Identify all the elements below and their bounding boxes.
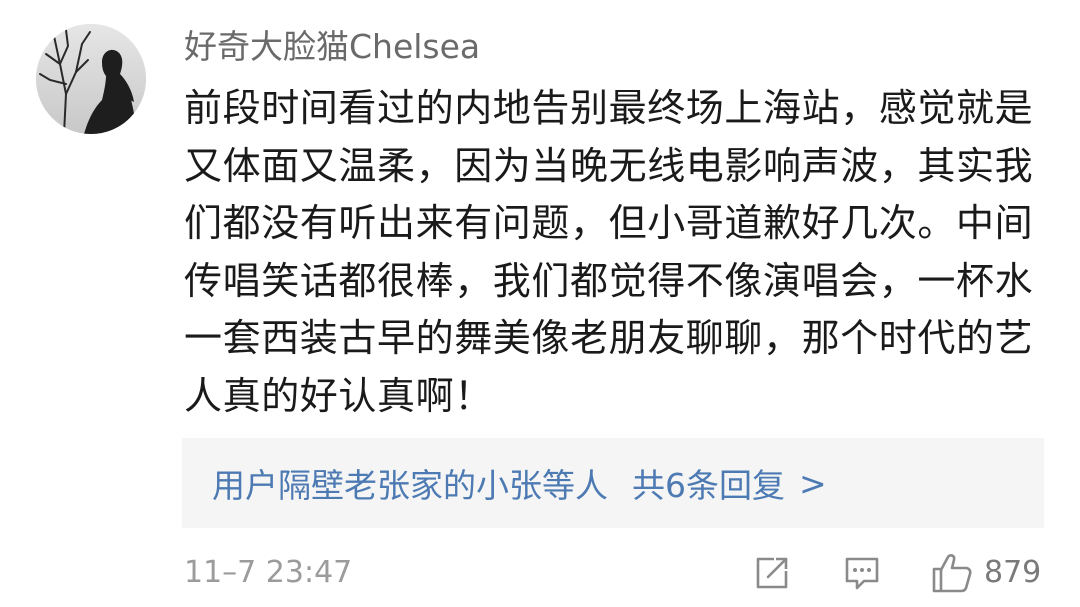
- avatar[interactable]: [36, 24, 146, 134]
- thumbs-up-icon: [932, 554, 972, 593]
- comment-card: 好奇大脸猫Chelsea 前段时间看过的内地告别最终场上海站，感觉就是又体面又温…: [0, 0, 1080, 607]
- comment-footer: 11–7 23:47 879: [0, 540, 1080, 606]
- timestamp: 11–7 23:47: [184, 555, 353, 590]
- reply-users[interactable]: 用户隔壁老张家的小张等人: [212, 459, 608, 507]
- avatar-image: [36, 24, 146, 134]
- share-icon: [756, 557, 788, 589]
- like-count: 879: [984, 555, 1042, 590]
- like-button[interactable]: 879: [930, 550, 1041, 596]
- username[interactable]: 好奇大脸猫Chelsea: [184, 22, 480, 72]
- comment-button[interactable]: [842, 550, 882, 596]
- replies-preview[interactable]: 用户隔壁老张家的小张等人 共6条回复 >: [182, 438, 1044, 528]
- reply-count[interactable]: 共6条回复: [632, 459, 785, 507]
- comment-icon: [845, 557, 879, 590]
- chevron-right-icon: >: [799, 463, 827, 503]
- share-button[interactable]: [752, 550, 792, 596]
- comment-text: 前段时间看过的内地告别最终场上海站，感觉就是又体面又温柔，因为当晚无线电影响声波…: [184, 86, 1034, 418]
